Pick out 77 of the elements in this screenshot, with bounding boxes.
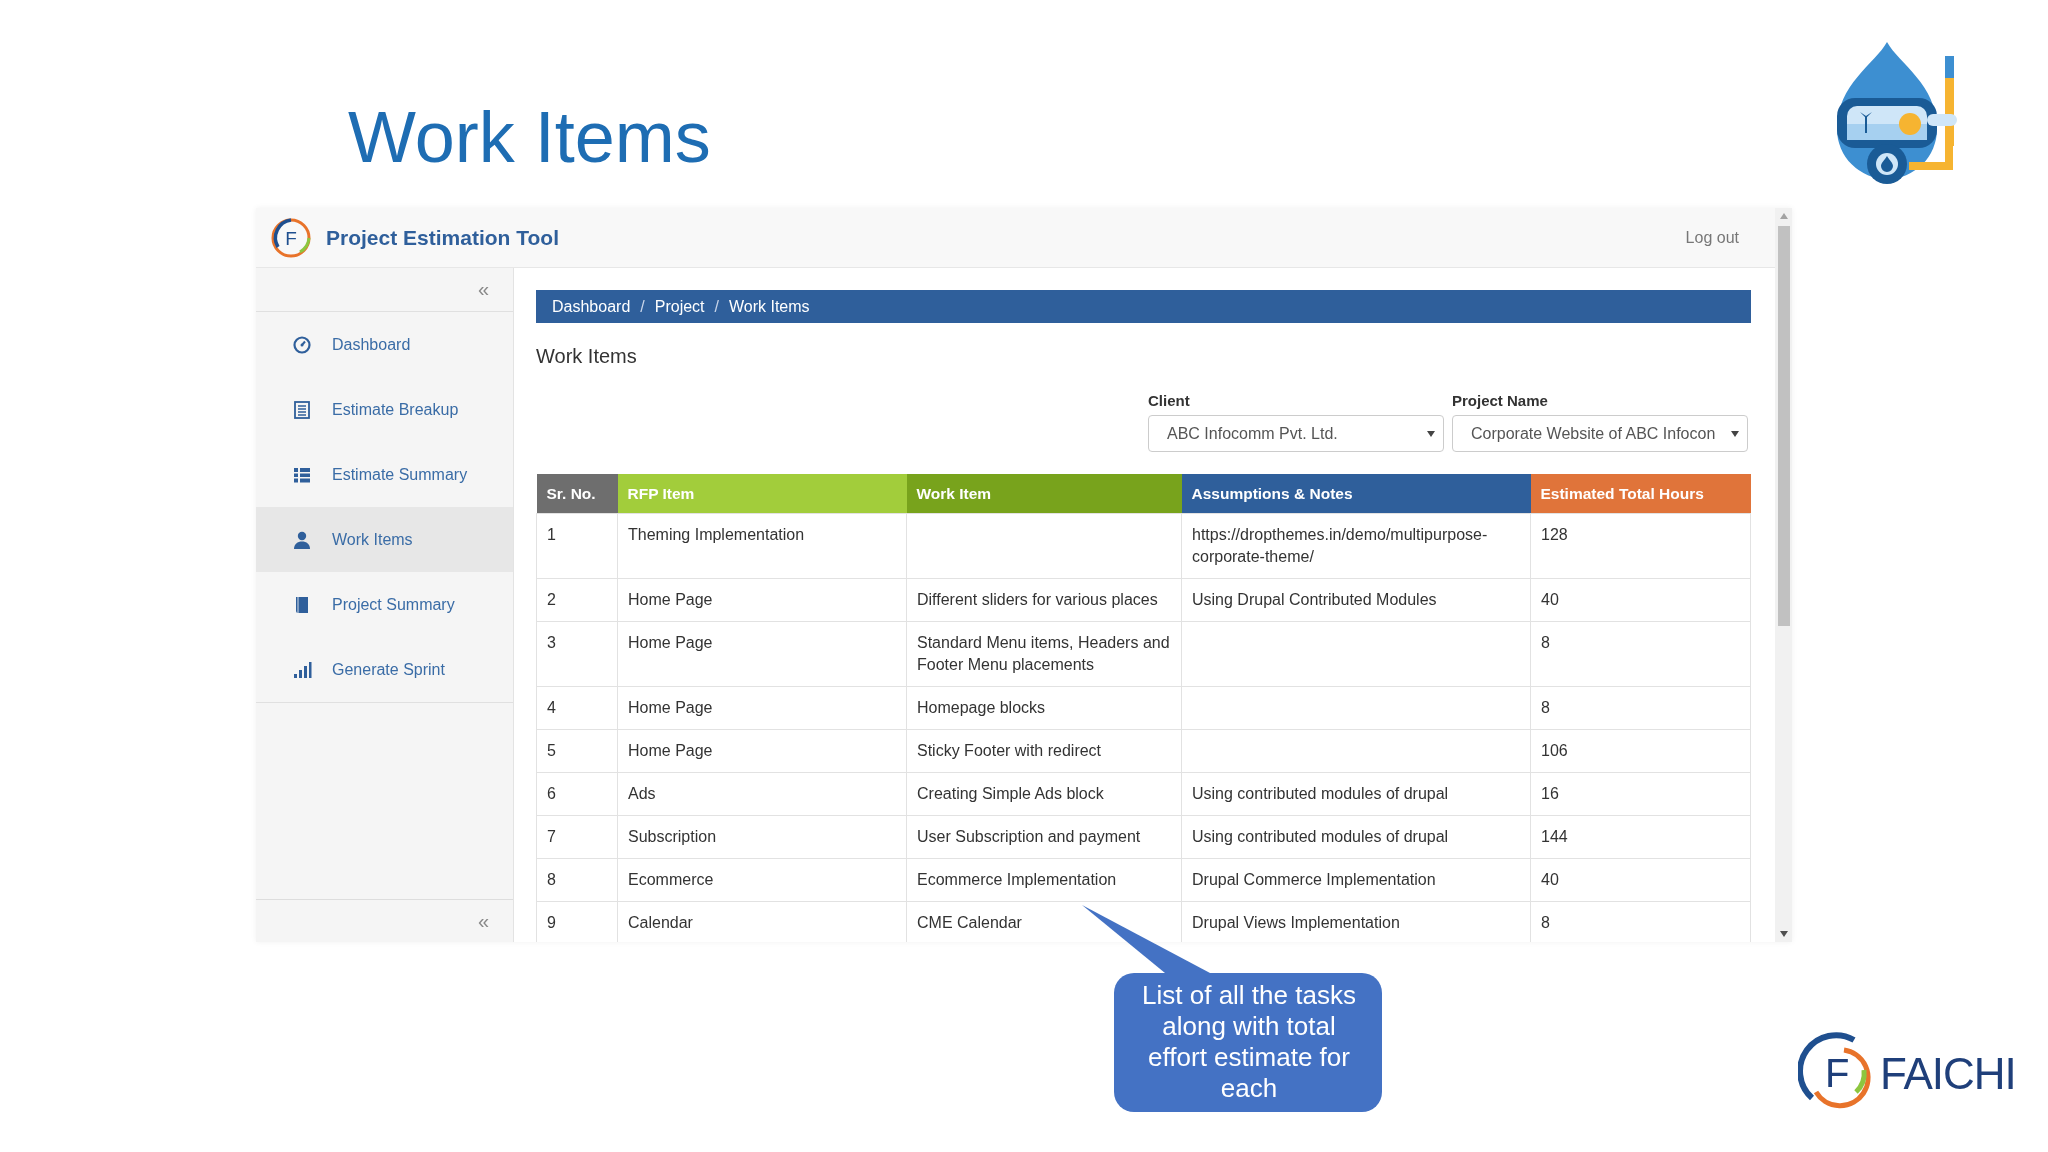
- dropdown-field[interactable]: Corporate Website of ABC Infocon: [1452, 415, 1748, 452]
- sidebar-item[interactable]: Estimate Summary: [256, 442, 513, 507]
- scrollbar[interactable]: [1775, 208, 1792, 942]
- table-cell: 2: [536, 578, 618, 622]
- filter-label: Project Name: [1452, 392, 1549, 409]
- breadcrumb-link[interactable]: Work Items: [729, 297, 810, 316]
- table-cell: Drupal Commerce Implementation: [1181, 858, 1531, 902]
- table-cell: Different sliders for various places: [906, 578, 1182, 622]
- collapse-button[interactable]: «: [477, 278, 489, 301]
- sidebar-item[interactable]: Generate Sprint: [256, 637, 513, 702]
- column-header: Work Item: [906, 474, 1182, 514]
- table-cell: 106: [1530, 729, 1751, 773]
- document-icon: [292, 399, 312, 420]
- bar-chart-icon: [292, 659, 312, 680]
- sidebar-item[interactable]: Estimate Breakup: [256, 377, 513, 442]
- scrollbar-thumb[interactable]: [1777, 226, 1790, 626]
- table-cell: Homepage blocks: [906, 686, 1182, 730]
- table-cell: User Subscription and payment: [906, 815, 1182, 859]
- logout-link[interactable]: Log out: [1685, 228, 1739, 247]
- user-icon: [292, 529, 312, 550]
- sidebar-item[interactable]: Work Items: [256, 507, 513, 572]
- table-cell: 40: [1530, 858, 1751, 902]
- table-cell: 7: [536, 815, 618, 859]
- table-cell: https://dropthemes.in/demo/multipurpose-corporate-theme/: [1181, 513, 1531, 579]
- logo-letter: F: [1825, 1050, 1850, 1097]
- table-cell: Subscription: [617, 815, 907, 859]
- table-cell: Using contributed modules of drupal: [1181, 772, 1531, 816]
- breadcrumb-link[interactable]: Project: [654, 297, 705, 316]
- table-cell: Home Page: [617, 578, 907, 622]
- table-cell: 8: [1530, 686, 1751, 730]
- scroll-down-icon[interactable]: [1779, 931, 1788, 937]
- table-cell: Using Drupal Contributed Modules: [1181, 578, 1531, 622]
- breadcrumb-separator: /: [640, 297, 645, 316]
- table-cell: Sticky Footer with redirect: [906, 729, 1182, 773]
- table-cell: 16: [1530, 772, 1751, 816]
- column-header: Sr. No.: [536, 474, 618, 514]
- table-cell: Using contributed modules of drupal: [1181, 815, 1531, 859]
- table-cell: 40: [1530, 578, 1751, 622]
- table-cell: Home Page: [617, 621, 907, 687]
- table-cell: 6: [536, 772, 618, 816]
- table-cell: 1: [536, 513, 618, 579]
- table-cell: 9: [536, 901, 618, 942]
- sidebar-item[interactable]: Dashboard: [256, 312, 513, 377]
- table-cell: Theming Implementation: [617, 513, 907, 579]
- table-cell: Home Page: [617, 729, 907, 773]
- callout-text: List of all the tasks along with total effort estimate for each: [1141, 980, 1357, 1104]
- collapse-button[interactable]: «: [477, 909, 489, 933]
- table-cell: Standard Menu items, Headers and Footer Menu placements: [906, 621, 1182, 687]
- sidebar-item[interactable]: Project Summary: [256, 572, 513, 637]
- page-heading: Work Items: [536, 345, 638, 368]
- slide-title: Work Items: [348, 96, 711, 178]
- breadcrumb-separator: /: [714, 297, 719, 316]
- brand-name: FAICHI: [1880, 1049, 2016, 1099]
- table-cell: Ecommerce: [617, 858, 907, 902]
- app-title: Project Estimation Tool: [326, 225, 560, 250]
- column-header: Assumptions & Notes: [1181, 474, 1531, 514]
- table-cell: Ads: [617, 772, 907, 816]
- breadcrumb-link[interactable]: Dashboard: [552, 297, 631, 316]
- table-cell: 8: [1530, 621, 1751, 687]
- table-cell: 128: [1530, 513, 1751, 579]
- table-cell: Home Page: [617, 686, 907, 730]
- table-cell: Creating Simple Ads block: [906, 772, 1182, 816]
- table-cell: 8: [536, 858, 618, 902]
- table-cell: Ecommerce Implementation: [906, 858, 1182, 902]
- table-cell: 3: [536, 621, 618, 687]
- filter-label: Client: [1148, 392, 1191, 409]
- table-cell: 5: [536, 729, 618, 773]
- gauge-icon: [292, 334, 312, 355]
- dropdown-field[interactable]: ABC Infocomm Pvt. Ltd.: [1148, 415, 1444, 452]
- scroll-up-icon[interactable]: [1779, 213, 1788, 219]
- caret-icon: [1427, 430, 1435, 437]
- caret-icon: [1731, 430, 1739, 437]
- logo-icon: F: [270, 216, 312, 259]
- table-cell: 144: [1530, 815, 1751, 859]
- column-header: Estimated Total Hours: [1530, 474, 1751, 514]
- column-header: RFP Item: [617, 474, 907, 514]
- table-cell: 4: [536, 686, 618, 730]
